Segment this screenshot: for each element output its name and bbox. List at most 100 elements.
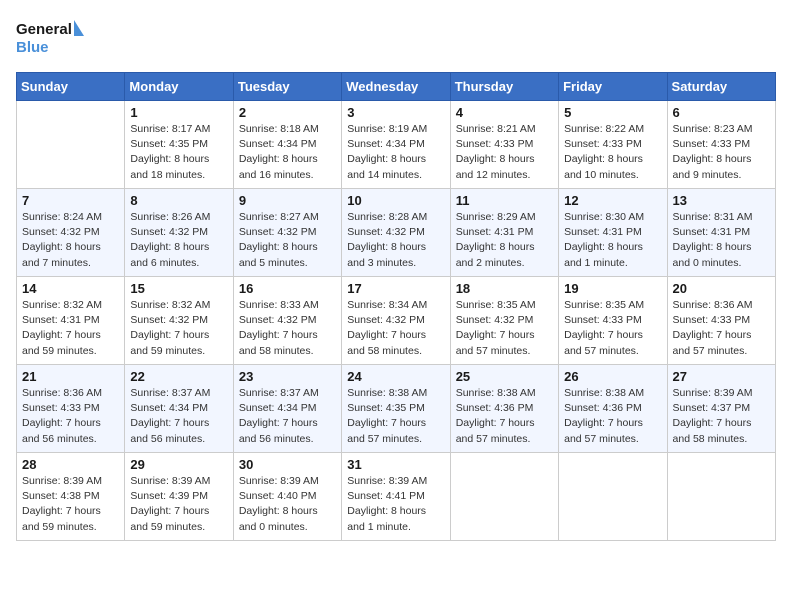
day-cell: 28Sunrise: 8:39 AM Sunset: 4:38 PM Dayli… — [17, 453, 125, 541]
day-cell: 4 Sunrise: 8:21 AM Sunset: 4:33 PM Daylig… — [450, 101, 558, 189]
day-info: Sunrise: 8:37 AM Sunset: 4:34 PM Dayligh… — [130, 386, 227, 447]
day-cell: 9 Sunrise: 8:27 AM Sunset: 4:32 PM Daylig… — [233, 189, 341, 277]
day-cell: 23 Sunrise: 8:37 AM Sunset: 4:34 PM Dayli… — [233, 365, 341, 453]
day-info: Sunrise: 8:35 AM Sunset: 4:32 PM Dayligh… — [456, 298, 553, 359]
day-info: Sunrise: 8:37 AM Sunset: 4:34 PM Dayligh… — [239, 386, 336, 447]
day-info: Sunrise: 8:39 AM Sunset: 4:40 PM Dayligh… — [239, 474, 336, 535]
day-number: 21 — [22, 369, 119, 384]
day-info: Sunrise: 8:33 AM Sunset: 4:32 PM Dayligh… — [239, 298, 336, 359]
day-number: 3 — [347, 105, 444, 120]
week-row: 7Sunrise: 8:24 AM Sunset: 4:32 PM Daylig… — [17, 189, 776, 277]
day-cell: 2 Sunrise: 8:18 AM Sunset: 4:34 PM Daylig… — [233, 101, 341, 189]
day-info: Sunrise: 8:21 AM Sunset: 4:33 PM Dayligh… — [456, 122, 553, 183]
day-cell: 25Sunrise: 8:38 AM Sunset: 4:36 PM Dayli… — [450, 365, 558, 453]
day-number: 9 — [239, 193, 336, 208]
day-info: Sunrise: 8:18 AM Sunset: 4:34 PM Dayligh… — [239, 122, 336, 183]
day-info: Sunrise: 8:39 AM Sunset: 4:39 PM Dayligh… — [130, 474, 227, 535]
day-cell: 16 Sunrise: 8:33 AM Sunset: 4:32 PM Dayli… — [233, 277, 341, 365]
day-info: Sunrise: 8:35 AM Sunset: 4:33 PM Dayligh… — [564, 298, 661, 359]
day-info: Sunrise: 8:28 AM Sunset: 4:32 PM Dayligh… — [347, 210, 444, 271]
page-header: General Blue — [16, 16, 776, 60]
header-cell-tuesday: Tuesday — [233, 73, 341, 101]
day-info: Sunrise: 8:23 AM Sunset: 4:33 PM Dayligh… — [673, 122, 770, 183]
day-cell: 11 Sunrise: 8:29 AM Sunset: 4:31 PM Dayli… — [450, 189, 558, 277]
day-info: Sunrise: 8:30 AM Sunset: 4:31 PM Dayligh… — [564, 210, 661, 271]
header-cell-thursday: Thursday — [450, 73, 558, 101]
day-info: Sunrise: 8:29 AM Sunset: 4:31 PM Dayligh… — [456, 210, 553, 271]
day-cell: 18 Sunrise: 8:35 AM Sunset: 4:32 PM Dayli… — [450, 277, 558, 365]
logo: General Blue — [16, 16, 86, 60]
day-cell: 30 Sunrise: 8:39 AM Sunset: 4:40 PM Dayli… — [233, 453, 341, 541]
day-number: 14 — [22, 281, 119, 296]
day-cell: 20 Sunrise: 8:36 AM Sunset: 4:33 PM Dayli… — [667, 277, 775, 365]
day-number: 29 — [130, 457, 227, 472]
header-cell-sunday: Sunday — [17, 73, 125, 101]
day-number: 16 — [239, 281, 336, 296]
day-cell: 1Sunrise: 8:17 AM Sunset: 4:35 PM Daylig… — [125, 101, 233, 189]
day-cell: 15Sunrise: 8:32 AM Sunset: 4:32 PM Dayli… — [125, 277, 233, 365]
day-number: 18 — [456, 281, 553, 296]
day-cell: 22 Sunrise: 8:37 AM Sunset: 4:34 PM Dayli… — [125, 365, 233, 453]
week-row: 1Sunrise: 8:17 AM Sunset: 4:35 PM Daylig… — [17, 101, 776, 189]
day-number: 27 — [673, 369, 770, 384]
week-row: 28Sunrise: 8:39 AM Sunset: 4:38 PM Dayli… — [17, 453, 776, 541]
day-cell: 14Sunrise: 8:32 AM Sunset: 4:31 PM Dayli… — [17, 277, 125, 365]
svg-text:General: General — [16, 21, 72, 38]
day-number: 11 — [456, 193, 553, 208]
header-cell-saturday: Saturday — [667, 73, 775, 101]
day-number: 22 — [130, 369, 227, 384]
day-number: 20 — [673, 281, 770, 296]
day-info: Sunrise: 8:38 AM Sunset: 4:36 PM Dayligh… — [564, 386, 661, 447]
day-number: 26 — [564, 369, 661, 384]
day-info: Sunrise: 8:24 AM Sunset: 4:32 PM Dayligh… — [22, 210, 119, 271]
day-cell: 24 Sunrise: 8:38 AM Sunset: 4:35 PM Dayli… — [342, 365, 450, 453]
header-cell-friday: Friday — [559, 73, 667, 101]
day-info: Sunrise: 8:27 AM Sunset: 4:32 PM Dayligh… — [239, 210, 336, 271]
day-number: 2 — [239, 105, 336, 120]
day-number: 5 — [564, 105, 661, 120]
day-cell: 5 Sunrise: 8:22 AM Sunset: 4:33 PM Daylig… — [559, 101, 667, 189]
day-cell: 19Sunrise: 8:35 AM Sunset: 4:33 PM Dayli… — [559, 277, 667, 365]
day-info: Sunrise: 8:34 AM Sunset: 4:32 PM Dayligh… — [347, 298, 444, 359]
logo-svg: General Blue — [16, 16, 86, 60]
day-cell: 29 Sunrise: 8:39 AM Sunset: 4:39 PM Dayli… — [125, 453, 233, 541]
calendar-table: SundayMondayTuesdayWednesdayThursdayFrid… — [16, 72, 776, 541]
day-number: 12 — [564, 193, 661, 208]
day-cell: 31 Sunrise: 8:39 AM Sunset: 4:41 PM Dayli… — [342, 453, 450, 541]
day-info: Sunrise: 8:36 AM Sunset: 4:33 PM Dayligh… — [22, 386, 119, 447]
day-info: Sunrise: 8:26 AM Sunset: 4:32 PM Dayligh… — [130, 210, 227, 271]
day-cell: 3 Sunrise: 8:19 AM Sunset: 4:34 PM Daylig… — [342, 101, 450, 189]
day-cell — [559, 453, 667, 541]
day-info: Sunrise: 8:39 AM Sunset: 4:37 PM Dayligh… — [673, 386, 770, 447]
day-info: Sunrise: 8:31 AM Sunset: 4:31 PM Dayligh… — [673, 210, 770, 271]
day-info: Sunrise: 8:32 AM Sunset: 4:32 PM Dayligh… — [130, 298, 227, 359]
day-cell: 6 Sunrise: 8:23 AM Sunset: 4:33 PM Daylig… — [667, 101, 775, 189]
day-number: 24 — [347, 369, 444, 384]
day-info: Sunrise: 8:38 AM Sunset: 4:36 PM Dayligh… — [456, 386, 553, 447]
day-number: 13 — [673, 193, 770, 208]
day-cell: 13 Sunrise: 8:31 AM Sunset: 4:31 PM Dayli… — [667, 189, 775, 277]
day-cell: 21 Sunrise: 8:36 AM Sunset: 4:33 PM Dayli… — [17, 365, 125, 453]
day-number: 10 — [347, 193, 444, 208]
day-cell: 10 Sunrise: 8:28 AM Sunset: 4:32 PM Dayli… — [342, 189, 450, 277]
day-info: Sunrise: 8:38 AM Sunset: 4:35 PM Dayligh… — [347, 386, 444, 447]
week-row: 14Sunrise: 8:32 AM Sunset: 4:31 PM Dayli… — [17, 277, 776, 365]
day-number: 31 — [347, 457, 444, 472]
day-cell — [667, 453, 775, 541]
day-cell: 8 Sunrise: 8:26 AM Sunset: 4:32 PM Daylig… — [125, 189, 233, 277]
day-number: 4 — [456, 105, 553, 120]
day-number: 6 — [673, 105, 770, 120]
day-number: 23 — [239, 369, 336, 384]
day-number: 1 — [130, 105, 227, 120]
svg-text:Blue: Blue — [16, 39, 49, 56]
day-info: Sunrise: 8:36 AM Sunset: 4:33 PM Dayligh… — [673, 298, 770, 359]
header-cell-wednesday: Wednesday — [342, 73, 450, 101]
day-number: 30 — [239, 457, 336, 472]
day-info: Sunrise: 8:19 AM Sunset: 4:34 PM Dayligh… — [347, 122, 444, 183]
day-number: 8 — [130, 193, 227, 208]
header-row: SundayMondayTuesdayWednesdayThursdayFrid… — [17, 73, 776, 101]
day-info: Sunrise: 8:39 AM Sunset: 4:41 PM Dayligh… — [347, 474, 444, 535]
day-info: Sunrise: 8:39 AM Sunset: 4:38 PM Dayligh… — [22, 474, 119, 535]
day-cell: 26 Sunrise: 8:38 AM Sunset: 4:36 PM Dayli… — [559, 365, 667, 453]
day-info: Sunrise: 8:22 AM Sunset: 4:33 PM Dayligh… — [564, 122, 661, 183]
